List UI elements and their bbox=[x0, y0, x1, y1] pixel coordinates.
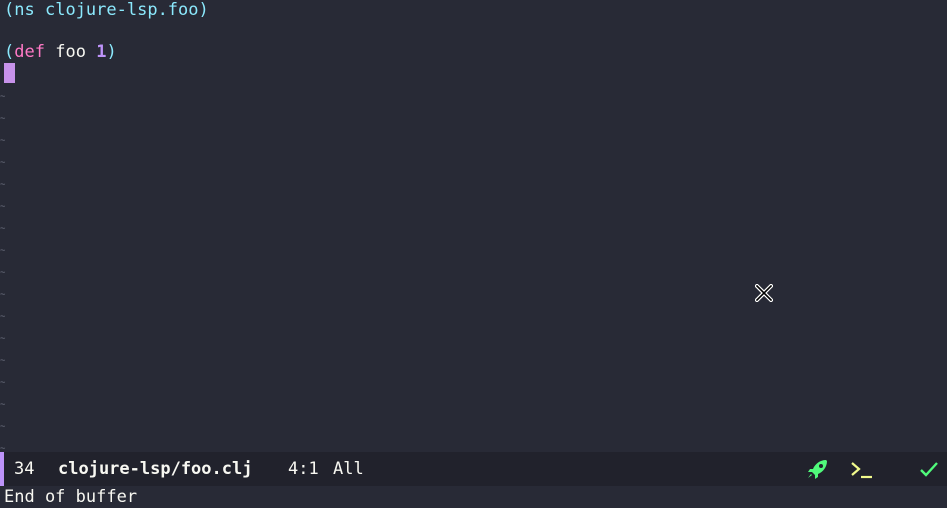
mouse-crosshair-icon bbox=[755, 284, 773, 302]
fringe-tilde: ~ bbox=[0, 246, 6, 256]
fringe-tilde: ~ bbox=[0, 378, 6, 388]
check-icon[interactable] bbox=[918, 458, 940, 480]
fringe-tilde: ~ bbox=[0, 136, 6, 146]
rocket-icon[interactable] bbox=[806, 458, 830, 480]
ns-keyword: ns bbox=[14, 0, 35, 20]
text-cursor bbox=[4, 63, 15, 83]
line-count: 34 bbox=[14, 459, 35, 479]
fringe-tilde: ~ bbox=[0, 224, 6, 234]
def-value: 1 bbox=[96, 42, 107, 62]
echo-area-message: End of buffer bbox=[4, 487, 138, 507]
fringe-tilde: ~ bbox=[0, 180, 6, 190]
fringe-tilde: ~ bbox=[0, 268, 6, 278]
code-line-1: (ns clojure-lsp.foo) bbox=[4, 0, 209, 22]
fringe-tilde: ~ bbox=[0, 290, 6, 300]
code-line-3: (def foo 1) bbox=[4, 42, 117, 64]
def-open-paren: ( bbox=[4, 42, 15, 62]
terminal-icon[interactable] bbox=[849, 458, 875, 480]
fringe-tilde: ~ bbox=[0, 422, 6, 432]
mode-line: 34 clojure-lsp/foo.clj 4:1 All bbox=[0, 452, 947, 486]
def-symbol: foo bbox=[55, 42, 86, 62]
fringe-tilde: ~ bbox=[0, 114, 6, 124]
def-close-paren: ) bbox=[106, 42, 117, 62]
fringe-tilde: ~ bbox=[0, 92, 6, 102]
buffer-file-path[interactable]: clojure-lsp/foo.clj bbox=[58, 458, 252, 480]
ns-name: clojure-lsp.foo bbox=[44, 0, 199, 20]
ns-open-paren: ( bbox=[4, 0, 15, 20]
fringe-tilde: ~ bbox=[0, 400, 6, 410]
cursor-position: 4:1 bbox=[288, 459, 319, 479]
fringe-tilde: ~ bbox=[0, 356, 6, 366]
buffer-scope: All bbox=[333, 459, 364, 479]
fringe-tilde: ~ bbox=[0, 312, 6, 322]
fringe-tilde: ~ bbox=[0, 158, 6, 168]
modeline-accent-bar bbox=[0, 452, 4, 486]
ns-close-paren: ) bbox=[198, 0, 209, 20]
fringe-tilde: ~ bbox=[0, 334, 6, 344]
editor-buffer[interactable]: (ns clojure-lsp.foo) (def foo 1) ~ ~ ~ ~ ~ ~ ~… bbox=[0, 0, 947, 454]
fringe-tilde: ~ bbox=[0, 202, 6, 212]
def-keyword: def bbox=[14, 42, 45, 62]
